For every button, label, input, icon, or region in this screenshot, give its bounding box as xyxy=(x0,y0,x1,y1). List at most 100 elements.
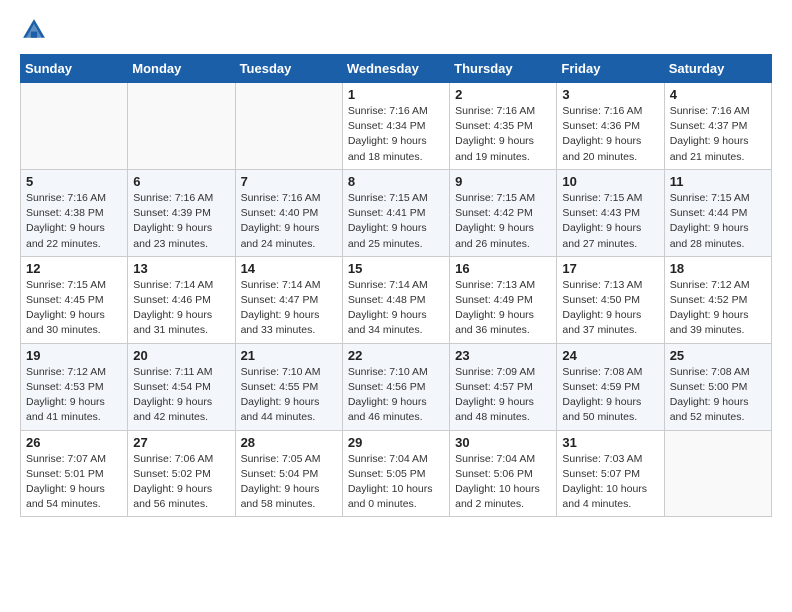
header xyxy=(20,16,772,44)
day-info: Sunrise: 7:14 AMSunset: 4:46 PMDaylight:… xyxy=(133,278,229,339)
day-info: Sunrise: 7:08 AMSunset: 5:00 PMDaylight:… xyxy=(670,365,766,426)
day-number: 23 xyxy=(455,348,551,363)
day-cell: 27Sunrise: 7:06 AMSunset: 5:02 PMDayligh… xyxy=(128,430,235,517)
day-number: 30 xyxy=(455,435,551,450)
day-cell xyxy=(128,83,235,170)
day-number: 18 xyxy=(670,261,766,276)
day-info: Sunrise: 7:11 AMSunset: 4:54 PMDaylight:… xyxy=(133,365,229,426)
day-info: Sunrise: 7:16 AMSunset: 4:36 PMDaylight:… xyxy=(562,104,658,165)
day-number: 19 xyxy=(26,348,122,363)
day-info: Sunrise: 7:10 AMSunset: 4:55 PMDaylight:… xyxy=(241,365,337,426)
day-info: Sunrise: 7:10 AMSunset: 4:56 PMDaylight:… xyxy=(348,365,444,426)
day-cell: 14Sunrise: 7:14 AMSunset: 4:47 PMDayligh… xyxy=(235,256,342,343)
week-row-2: 5 Sunrise: 7:16 AMSunset: 4:38 PMDaylight… xyxy=(21,169,772,256)
day-number: 26 xyxy=(26,435,122,450)
page: SundayMondayTuesdayWednesdayThursdayFrid… xyxy=(0,0,792,533)
day-number: 17 xyxy=(562,261,658,276)
day-cell: 17 Sunrise: 7:13 AMSunset: 4:50 PMDayligh… xyxy=(557,256,664,343)
day-number: 8 xyxy=(348,174,444,189)
day-cell: 23 Sunrise: 7:09 AMSunset: 4:57 PMDayligh… xyxy=(450,343,557,430)
day-info: Sunrise: 7:13 AMSunset: 4:50 PMDaylight:… xyxy=(562,278,658,339)
day-cell: 18 Sunrise: 7:12 AMSunset: 4:52 PMDayligh… xyxy=(664,256,771,343)
day-cell xyxy=(235,83,342,170)
day-cell: 15Sunrise: 7:14 AMSunset: 4:48 PMDayligh… xyxy=(342,256,449,343)
day-cell: 30 Sunrise: 7:04 AMSunset: 5:06 PMDayligh… xyxy=(450,430,557,517)
day-cell: 6 Sunrise: 7:16 AMSunset: 4:39 PMDaylight… xyxy=(128,169,235,256)
week-row-5: 26 Sunrise: 7:07 AMSunset: 5:01 PMDayligh… xyxy=(21,430,772,517)
day-info: Sunrise: 7:08 AMSunset: 4:59 PMDaylight:… xyxy=(562,365,658,426)
day-info: Sunrise: 7:04 AMSunset: 5:05 PMDaylight:… xyxy=(348,452,444,513)
day-number: 11 xyxy=(670,174,766,189)
day-info: Sunrise: 7:16 AMSunset: 4:34 PMDaylight:… xyxy=(348,104,444,165)
day-info: Sunrise: 7:15 AMSunset: 4:44 PMDaylight:… xyxy=(670,191,766,252)
day-info: Sunrise: 7:16 AMSunset: 4:35 PMDaylight:… xyxy=(455,104,551,165)
day-number: 20 xyxy=(133,348,229,363)
day-cell: 28 Sunrise: 7:05 AMSunset: 5:04 PMDayligh… xyxy=(235,430,342,517)
day-number: 7 xyxy=(241,174,337,189)
day-info: Sunrise: 7:12 AMSunset: 4:52 PMDaylight:… xyxy=(670,278,766,339)
day-cell: 4Sunrise: 7:16 AMSunset: 4:37 PMDaylight… xyxy=(664,83,771,170)
weekday-header-sunday: Sunday xyxy=(21,55,128,83)
day-info: Sunrise: 7:09 AMSunset: 4:57 PMDaylight:… xyxy=(455,365,551,426)
day-cell: 13 Sunrise: 7:14 AMSunset: 4:46 PMDayligh… xyxy=(128,256,235,343)
day-number: 22 xyxy=(348,348,444,363)
day-number: 27 xyxy=(133,435,229,450)
day-cell: 26 Sunrise: 7:07 AMSunset: 5:01 PMDayligh… xyxy=(21,430,128,517)
day-info: Sunrise: 7:12 AMSunset: 4:53 PMDaylight:… xyxy=(26,365,122,426)
weekday-header-row: SundayMondayTuesdayWednesdayThursdayFrid… xyxy=(21,55,772,83)
day-info: Sunrise: 7:16 AMSunset: 4:37 PMDaylight:… xyxy=(670,104,766,165)
day-number: 28 xyxy=(241,435,337,450)
day-info: Sunrise: 7:07 AMSunset: 5:01 PMDaylight:… xyxy=(26,452,122,513)
day-info: Sunrise: 7:04 AMSunset: 5:06 PMDaylight:… xyxy=(455,452,551,513)
day-info: Sunrise: 7:05 AMSunset: 5:04 PMDaylight:… xyxy=(241,452,337,513)
weekday-header-friday: Friday xyxy=(557,55,664,83)
day-info: Sunrise: 7:13 AMSunset: 4:49 PMDaylight:… xyxy=(455,278,551,339)
day-info: Sunrise: 7:03 AMSunset: 5:07 PMDaylight:… xyxy=(562,452,658,513)
day-number: 6 xyxy=(133,174,229,189)
day-cell: 5 Sunrise: 7:16 AMSunset: 4:38 PMDaylight… xyxy=(21,169,128,256)
day-number: 9 xyxy=(455,174,551,189)
day-number: 13 xyxy=(133,261,229,276)
day-cell: 9 Sunrise: 7:15 AMSunset: 4:42 PMDaylight… xyxy=(450,169,557,256)
day-number: 1 xyxy=(348,87,444,102)
day-cell: 16 Sunrise: 7:13 AMSunset: 4:49 PMDayligh… xyxy=(450,256,557,343)
logo xyxy=(20,16,52,44)
day-cell: 22 Sunrise: 7:10 AMSunset: 4:56 PMDayligh… xyxy=(342,343,449,430)
day-cell: 31 Sunrise: 7:03 AMSunset: 5:07 PMDayligh… xyxy=(557,430,664,517)
day-info: Sunrise: 7:16 AMSunset: 4:40 PMDaylight:… xyxy=(241,191,337,252)
day-cell: 20 Sunrise: 7:11 AMSunset: 4:54 PMDayligh… xyxy=(128,343,235,430)
day-info: Sunrise: 7:15 AMSunset: 4:45 PMDaylight:… xyxy=(26,278,122,339)
day-cell: 1 Sunrise: 7:16 AMSunset: 4:34 PMDaylight… xyxy=(342,83,449,170)
day-info: Sunrise: 7:16 AMSunset: 4:39 PMDaylight:… xyxy=(133,191,229,252)
day-number: 5 xyxy=(26,174,122,189)
day-number: 10 xyxy=(562,174,658,189)
day-cell: 10 Sunrise: 7:15 AMSunset: 4:43 PMDayligh… xyxy=(557,169,664,256)
calendar-table: SundayMondayTuesdayWednesdayThursdayFrid… xyxy=(20,54,772,517)
logo-icon xyxy=(20,16,48,44)
day-info: Sunrise: 7:14 AMSunset: 4:47 PMDaylight:… xyxy=(241,278,337,339)
day-info: Sunrise: 7:14 AMSunset: 4:48 PMDaylight:… xyxy=(348,278,444,339)
week-row-1: 1 Sunrise: 7:16 AMSunset: 4:34 PMDaylight… xyxy=(21,83,772,170)
day-cell: 19 Sunrise: 7:12 AMSunset: 4:53 PMDayligh… xyxy=(21,343,128,430)
weekday-header-thursday: Thursday xyxy=(450,55,557,83)
day-cell: 24 Sunrise: 7:08 AMSunset: 4:59 PMDayligh… xyxy=(557,343,664,430)
day-cell: 2Sunrise: 7:16 AMSunset: 4:35 PMDaylight… xyxy=(450,83,557,170)
weekday-header-tuesday: Tuesday xyxy=(235,55,342,83)
weekday-header-saturday: Saturday xyxy=(664,55,771,83)
day-number: 31 xyxy=(562,435,658,450)
day-info: Sunrise: 7:16 AMSunset: 4:38 PMDaylight:… xyxy=(26,191,122,252)
day-cell: 25Sunrise: 7:08 AMSunset: 5:00 PMDayligh… xyxy=(664,343,771,430)
week-row-4: 19 Sunrise: 7:12 AMSunset: 4:53 PMDayligh… xyxy=(21,343,772,430)
day-cell xyxy=(664,430,771,517)
day-cell: 12Sunrise: 7:15 AMSunset: 4:45 PMDayligh… xyxy=(21,256,128,343)
day-cell xyxy=(21,83,128,170)
day-cell: 11 Sunrise: 7:15 AMSunset: 4:44 PMDayligh… xyxy=(664,169,771,256)
day-number: 24 xyxy=(562,348,658,363)
day-number: 29 xyxy=(348,435,444,450)
day-info: Sunrise: 7:15 AMSunset: 4:42 PMDaylight:… xyxy=(455,191,551,252)
day-cell: 21Sunrise: 7:10 AMSunset: 4:55 PMDayligh… xyxy=(235,343,342,430)
day-info: Sunrise: 7:15 AMSunset: 4:43 PMDaylight:… xyxy=(562,191,658,252)
day-number: 16 xyxy=(455,261,551,276)
weekday-header-monday: Monday xyxy=(128,55,235,83)
day-cell: 8Sunrise: 7:15 AMSunset: 4:41 PMDaylight… xyxy=(342,169,449,256)
